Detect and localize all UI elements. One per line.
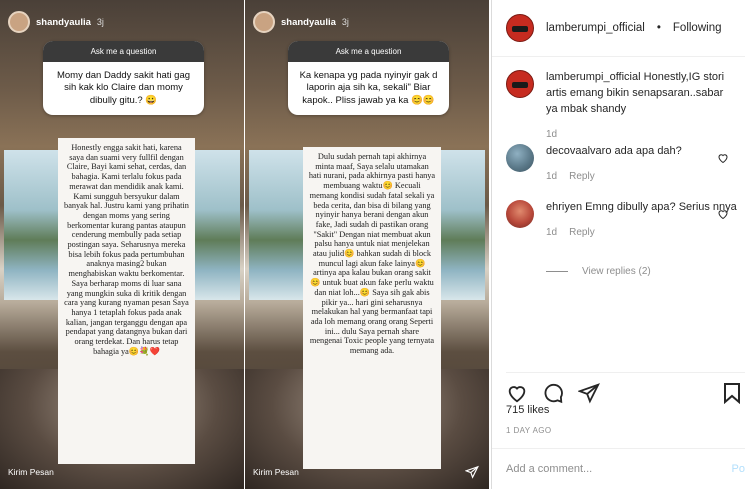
question-text: Momy dan Daddy sakit hati gag sih kak kl… — [56, 70, 191, 106]
comment-time[interactable]: 1d — [546, 226, 557, 241]
story-avatar[interactable] — [253, 11, 275, 33]
story-header: shandyaulia 3j — [8, 10, 236, 34]
story-username[interactable]: shandyaulia — [36, 17, 91, 28]
post-panel: lamberumpi_official • Following lamberum… — [491, 0, 745, 489]
comment-text: Emng dibully apa? Serius nnya — [585, 201, 737, 213]
story-avatar[interactable] — [8, 11, 30, 33]
send-icon[interactable] — [465, 465, 479, 479]
story-username[interactable]: shandyaulia — [281, 17, 336, 28]
caption-time[interactable]: 1d — [546, 128, 557, 143]
question-sticker: Ask me a question Momy dan Daddy sakit h… — [43, 41, 204, 116]
story-screenshot-1: shandyaulia 3j Ask me a question Momy da… — [0, 0, 244, 489]
caption-user[interactable]: lamberumpi_official — [546, 71, 641, 83]
comment-item: ehriyen Emng dibully apa? Serius nnya 1d… — [506, 200, 737, 266]
story-footer: Kirim Pesan — [8, 467, 236, 477]
reply-button[interactable]: Reply — [569, 170, 595, 185]
story-time: 3j — [96, 17, 104, 27]
caption-avatar[interactable] — [506, 70, 534, 98]
question-text: Ka kenapa yg pada nyinyir gak d laporin … — [299, 70, 438, 106]
view-replies[interactable]: View replies (2) — [506, 266, 737, 277]
answer-text: Honestly engga sakit hati, karena saya d… — [58, 138, 195, 464]
comment-text: ada apa dah? — [614, 145, 682, 157]
like-comment-heart-icon[interactable] — [717, 208, 729, 220]
caption: lamberumpi_official Honestly,IG stori ar… — [506, 70, 737, 144]
answer-text: Dulu sudah pernah tapi akhirnya minta ma… — [303, 147, 441, 469]
add-comment-bar: Po — [492, 448, 745, 488]
author-avatar[interactable] — [506, 14, 534, 42]
comments-list: lamberumpi_official Honestly,IG stori ar… — [506, 70, 737, 277]
comment-icon[interactable] — [542, 382, 564, 404]
add-comment-input[interactable] — [506, 462, 706, 475]
commenter-avatar[interactable] — [506, 144, 534, 172]
story-screenshot-2: shandyaulia 3j Ask me a question Ka kena… — [245, 0, 489, 489]
comment-user[interactable]: ehriyen — [546, 201, 582, 213]
author-handle[interactable]: lamberumpi_official — [546, 22, 645, 34]
like-comment-heart-icon[interactable] — [717, 152, 729, 164]
question-sticker-title: Ask me a question — [288, 41, 449, 62]
header-separator: • — [656, 22, 661, 34]
question-sticker: Ask me a question Ka kenapa yg pada nyin… — [288, 41, 449, 116]
post-header: lamberumpi_official • Following — [492, 0, 745, 57]
post-date[interactable]: 1 DAY AGO — [506, 426, 552, 435]
following-button[interactable]: Following — [673, 22, 722, 34]
reply-button[interactable]: Reply — [569, 226, 595, 241]
likes-count[interactable]: 715 likes — [506, 404, 549, 416]
commenter-avatar[interactable] — [506, 200, 534, 228]
view-replies-label[interactable]: View replies (2) — [582, 266, 651, 277]
replies-divider — [546, 271, 568, 272]
story-header: shandyaulia 3j — [253, 10, 481, 34]
post-comment-button[interactable]: Po — [732, 463, 745, 475]
send-message-field[interactable]: Kirim Pesan — [8, 467, 54, 477]
comment-user[interactable]: decovaalvaro — [546, 145, 611, 157]
bookmark-icon[interactable] — [723, 382, 741, 404]
comment-time[interactable]: 1d — [546, 170, 557, 185]
story-time: 3j — [341, 17, 349, 27]
comment-item: decovaalvaro ada apa dah? 1d Reply — [506, 144, 737, 200]
share-icon[interactable] — [578, 382, 600, 404]
story-footer: Kirim Pesan — [253, 465, 481, 479]
heart-icon[interactable] — [506, 382, 528, 404]
question-sticker-title: Ask me a question — [43, 41, 204, 62]
send-message-field[interactable]: Kirim Pesan — [253, 467, 299, 477]
